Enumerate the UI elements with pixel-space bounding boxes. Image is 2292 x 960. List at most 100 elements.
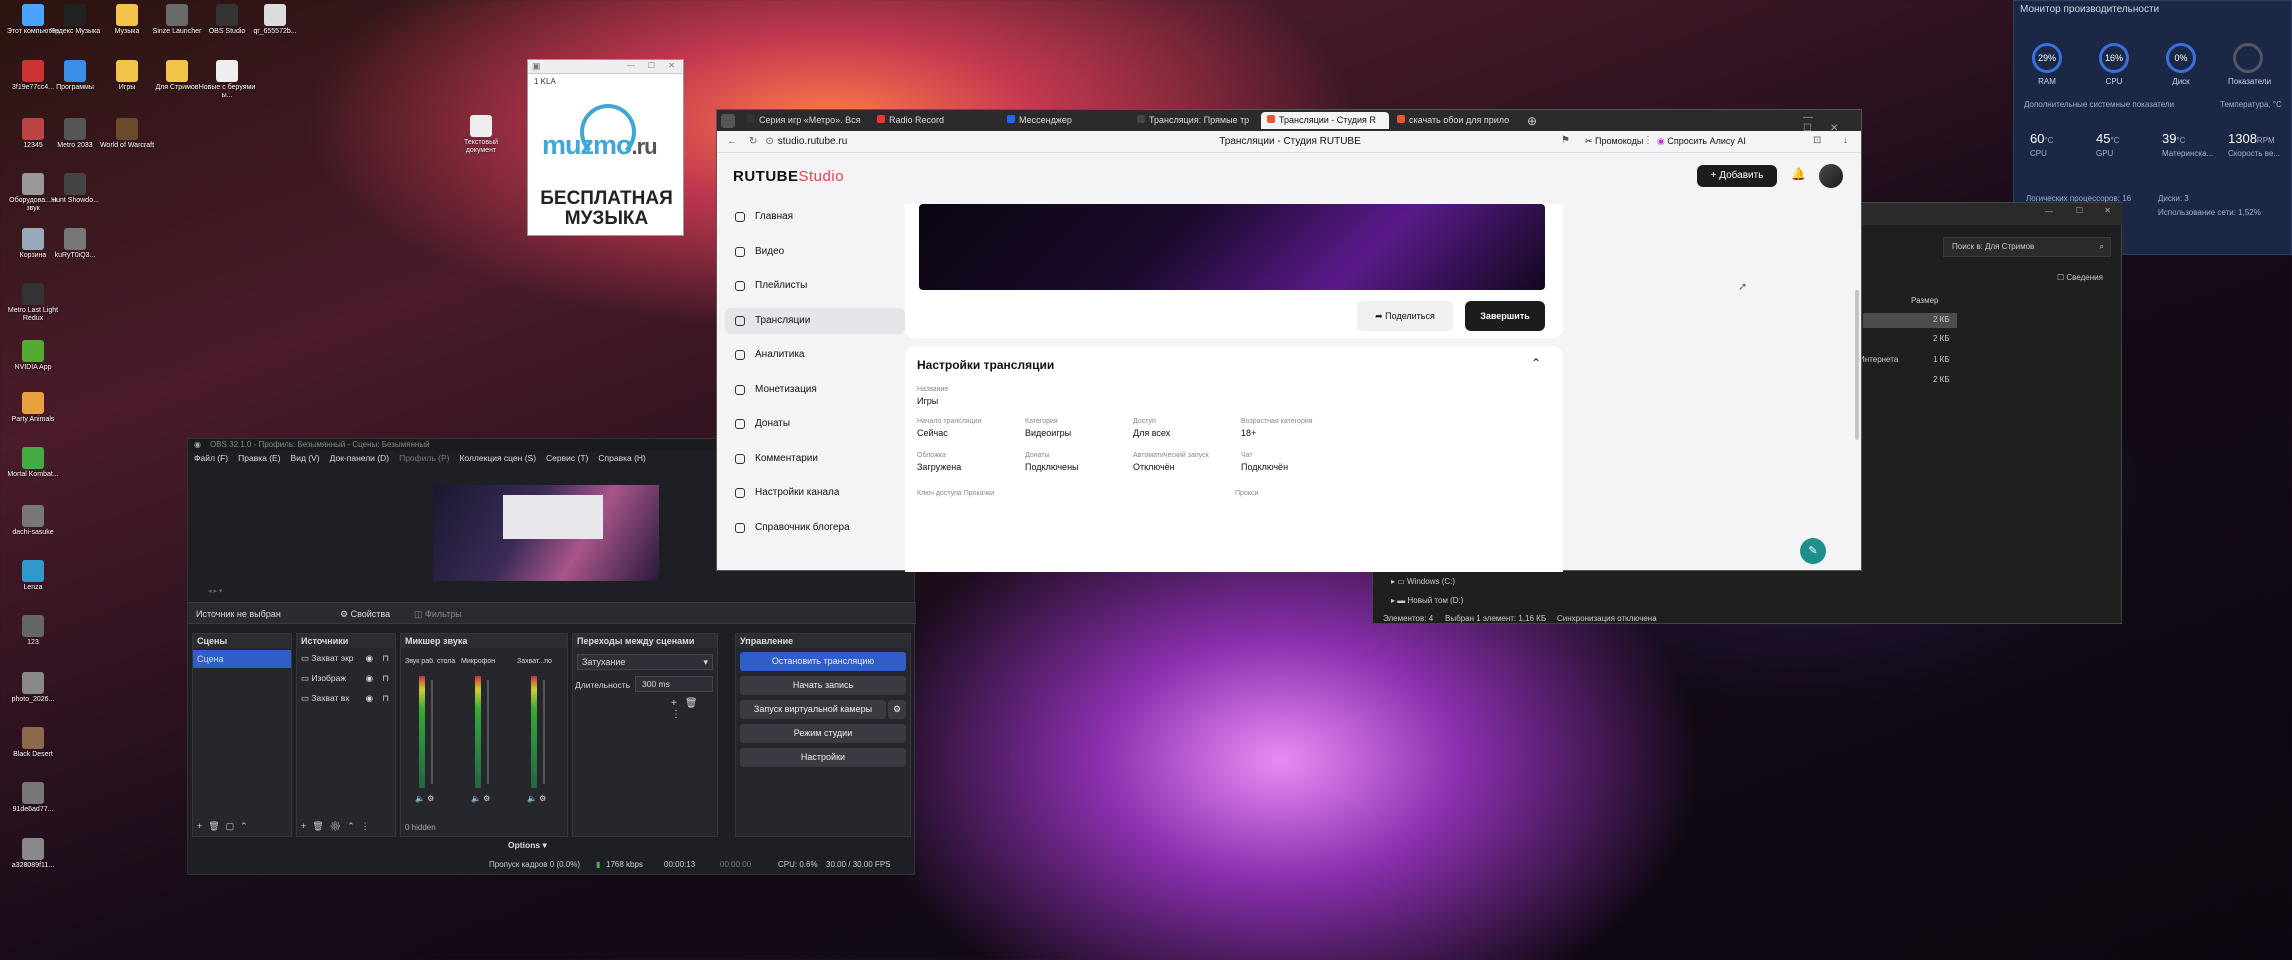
sidebar-item[interactable]: Комментарии	[725, 446, 905, 481]
tree-item-d[interactable]: ▸ ▬ Новый том (D:)	[1391, 596, 1463, 605]
menu-item[interactable]: Коллекция сцен (S)	[459, 451, 536, 465]
chat-icon[interactable]: ✎	[1800, 538, 1826, 564]
desktop-shortcut[interactable]: Metro 2033	[46, 118, 104, 150]
desktop-shortcut[interactable]: NVIDIA App	[4, 340, 62, 372]
desktop-shortcut[interactable]: Mortal Kombat...	[4, 447, 62, 479]
volume-slider[interactable]	[431, 680, 433, 784]
transition-toolbar[interactable]: +🗑⋮	[671, 698, 717, 720]
sidebar-item[interactable]: Монетизация	[725, 377, 905, 412]
source-item[interactable]: ▭ Захват вх ◉ ⊓	[297, 688, 395, 708]
stream-preview[interactable]	[919, 204, 1545, 290]
details-button[interactable]: ☐ Сведения	[2057, 273, 2103, 282]
new-tab-icon[interactable]: ⊕	[1527, 114, 1537, 128]
sidebar-item[interactable]: Справочник блогера	[725, 515, 905, 550]
add-button[interactable]: + Добавить	[1697, 165, 1777, 187]
desktop-shortcut[interactable]: dachi-sasuke	[4, 505, 62, 537]
source-item[interactable]: ▭ Изображ ◉ ⊓	[297, 668, 395, 688]
sidebar-item[interactable]: Видео	[725, 239, 905, 274]
desktop-shortcut[interactable]: Текстовый документ	[452, 115, 510, 155]
gear-icon[interactable]: ⚙	[888, 700, 906, 719]
maximize-icon[interactable]: ☐	[2076, 206, 2083, 215]
back-icon[interactable]: ←	[727, 136, 737, 147]
chevron-up-icon[interactable]: ⌃	[1531, 356, 1541, 370]
sidebar-item[interactable]: Настройки канала	[725, 480, 905, 515]
tree-item-c[interactable]: ▸ ▭ Windows (C:)	[1391, 577, 1455, 586]
scene-item[interactable]: Сцена	[193, 650, 291, 668]
share-button[interactable]: ➦ Поделиться	[1357, 301, 1453, 331]
studio-mode-button[interactable]: Режим студии	[740, 724, 906, 743]
desktop-shortcut[interactable]: Lenza	[4, 560, 62, 592]
url-text[interactable]: studio.rutube.ru	[778, 136, 848, 147]
speaker-icon[interactable]: 🔈 ⚙	[527, 794, 546, 803]
duration-input[interactable]: 300 ms	[635, 676, 713, 692]
promo-button[interactable]: ✂ Промокоды	[1585, 136, 1643, 147]
menu-item[interactable]: Правка (E)	[238, 451, 280, 465]
desktop-shortcut[interactable]: qr_655572b...	[246, 4, 304, 36]
settings-button[interactable]: Настройки	[740, 748, 906, 767]
explorer-search-input[interactable]: Поиск в: Для Стримов ⌕	[1943, 237, 2111, 257]
properties-button[interactable]: ⚙ Свойства	[340, 609, 390, 620]
bell-icon[interactable]: 🔔	[1791, 167, 1806, 181]
desktop-shortcut[interactable]: Новые с беруями ы...	[198, 60, 256, 100]
minimize-icon[interactable]: —	[2045, 207, 2053, 216]
finish-button[interactable]: Завершить	[1465, 301, 1545, 331]
extensions-icon[interactable]: ⊡	[1813, 135, 1821, 146]
stop-stream-button[interactable]: Остановить трансляцию	[740, 652, 906, 671]
browser-tab[interactable]: Серия игр «Метро». Вся	[741, 112, 869, 129]
menu-item[interactable]: Справка (H)	[598, 451, 646, 465]
speaker-icon[interactable]: 🔈 ⚙	[415, 794, 434, 803]
maximize-icon[interactable]: ☐	[648, 61, 655, 70]
menu-item[interactable]: Файл (F)	[194, 451, 228, 465]
alice-button[interactable]: ◉ Спросить Алису AI	[1657, 136, 1746, 147]
virtual-camera-button[interactable]: Запуск виртуальной камеры	[740, 700, 886, 719]
start-recording-button[interactable]: Начать запись	[740, 676, 906, 695]
browser-tab[interactable]: скачать обои для прило	[1391, 112, 1519, 129]
browser-tab[interactable]: Radio Record	[871, 112, 999, 129]
desktop-shortcut[interactable]: Hunt Showdo...	[46, 173, 104, 205]
menu-item[interactable]: Док-панели (D)	[330, 451, 389, 465]
desktop-shortcut[interactable]: Яндекс Музыка	[46, 4, 104, 36]
obs-preview[interactable]	[433, 485, 659, 581]
lock-icon[interactable]: ⊓	[382, 648, 389, 668]
options-button[interactable]: Options ▾	[508, 840, 547, 851]
browser-tab[interactable]: Трансляция: Прямые тр	[1131, 112, 1259, 129]
close-icon[interactable]: ✕	[2104, 206, 2111, 215]
reload-icon[interactable]: ↻	[749, 136, 757, 147]
volume-slider[interactable]	[487, 680, 489, 784]
sidebar-item[interactable]: Донаты	[725, 411, 905, 446]
sidebar-item[interactable]: Главная	[725, 204, 905, 239]
desktop-shortcut[interactable]: Black Desert	[4, 727, 62, 759]
size-column-header[interactable]: Размер	[1911, 296, 1939, 305]
sidebar-item[interactable]: Аналитика	[725, 342, 905, 377]
desktop-shortcut[interactable]: Metro Last Light Redux	[4, 283, 62, 323]
eye-icon[interactable]: ◉	[366, 688, 373, 708]
avatar[interactable]	[1819, 164, 1843, 188]
filters-button[interactable]: ◫ Фильтры	[414, 609, 462, 620]
lock-icon[interactable]: ⊓	[382, 688, 389, 708]
desktop-shortcut[interactable]: kuRyT0iQ3...	[46, 228, 104, 260]
desktop-shortcut[interactable]: Party Animals	[4, 392, 62, 424]
sources-toolbar[interactable]: +🗑⚙⌃⋮	[301, 821, 376, 832]
desktop-shortcut[interactable]: 91de6ad77...	[4, 782, 62, 814]
transition-select[interactable]: Затухание ▾	[577, 654, 713, 670]
minimize-icon[interactable]: —	[627, 61, 635, 70]
volume-slider[interactable]	[543, 680, 545, 784]
menu-item[interactable]: Профиль (P)	[399, 451, 449, 465]
scrollbar[interactable]	[1855, 290, 1859, 440]
desktop-shortcut[interactable]: a328089f11...	[4, 838, 62, 870]
bookmark-icon[interactable]: ⚑	[1561, 135, 1570, 146]
sidebar-item[interactable]: Трансляции	[725, 307, 905, 334]
desktop-shortcut[interactable]: World of Warcraft	[98, 118, 156, 150]
browser-tab[interactable]: Трансляции - Студия R	[1261, 112, 1389, 129]
menu-item[interactable]: Вид (V)	[291, 451, 320, 465]
sidebar-item[interactable]: Плейлисты	[725, 273, 905, 308]
close-icon[interactable]: ✕	[668, 61, 675, 70]
menu-item[interactable]: Сервис (T)	[546, 451, 588, 465]
eye-icon[interactable]: ◉	[366, 648, 373, 668]
source-item[interactable]: ▭ Захват экр ◉ ⊓	[297, 648, 395, 668]
eye-icon[interactable]: ◉	[366, 668, 373, 688]
more-icon[interactable]: ⋮	[1643, 135, 1653, 146]
speaker-icon[interactable]: 🔈 ⚙	[471, 794, 490, 803]
desktop-shortcut[interactable]: photo_2026...	[4, 672, 62, 704]
browser-tab[interactable]: Мессенджер	[1001, 112, 1129, 129]
